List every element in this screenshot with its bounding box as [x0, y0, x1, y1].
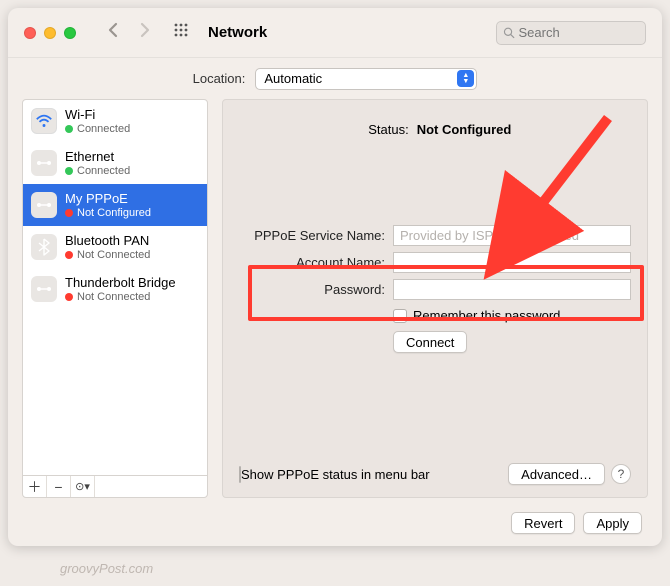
revert-button[interactable]: Revert [511, 512, 575, 534]
add-service-button[interactable]: ＋ [23, 476, 47, 497]
status-row: Status: Not Configured [239, 122, 631, 137]
list-item-name: Thunderbolt Bridge [65, 276, 176, 290]
checkbox-icon [393, 309, 407, 323]
remember-password-label: Remember this password [413, 308, 560, 323]
list-item-sub: Connected [77, 165, 130, 177]
sidebar-item-bluetooth[interactable]: Bluetooth PAN Not Connected [23, 226, 207, 268]
remove-service-button[interactable]: − [47, 476, 71, 497]
password-input[interactable] [393, 279, 631, 300]
status-dot-icon [65, 167, 73, 175]
show-all-button[interactable] [174, 23, 190, 43]
service-list-items: Wi-Fi Connected Ethernet Connected [23, 100, 207, 475]
search-field[interactable] [496, 21, 646, 45]
location-select[interactable]: Automatic ▲▼ [255, 68, 477, 90]
account-name-label: Account Name: [239, 255, 393, 270]
panel-bottom-row: Show PPPoE status in menu bar Advanced… … [239, 463, 631, 485]
minimize-icon[interactable] [44, 27, 56, 39]
zoom-icon[interactable] [64, 27, 76, 39]
pppoe-icon [31, 192, 57, 218]
sidebar-item-pppoe[interactable]: My PPPoE Not Configured [23, 184, 207, 226]
remember-password-checkbox[interactable]: Remember this password [393, 308, 560, 323]
back-button[interactable] [108, 22, 120, 43]
location-value: Automatic [264, 71, 322, 86]
connect-button[interactable]: Connect [393, 331, 467, 353]
list-item-name: My PPPoE [65, 192, 151, 206]
search-icon [503, 26, 515, 39]
status-dot-icon [65, 293, 73, 301]
service-list: Wi-Fi Connected Ethernet Connected [22, 99, 208, 498]
location-row: Location: Automatic ▲▼ [8, 58, 662, 99]
sidebar-item-wifi[interactable]: Wi-Fi Connected [23, 100, 207, 142]
pppoe-service-input[interactable] [393, 225, 631, 246]
help-button[interactable]: ? [611, 464, 631, 484]
apply-button[interactable]: Apply [583, 512, 642, 534]
sidebar-item-ethernet[interactable]: Ethernet Connected [23, 142, 207, 184]
list-item-name: Bluetooth PAN [65, 234, 150, 248]
list-item-sub: Connected [77, 123, 130, 135]
window-controls [24, 27, 76, 39]
ethernet-icon [31, 150, 57, 176]
status-dot-icon [65, 209, 73, 217]
service-list-footer: ＋ − ⊙▾ [23, 475, 207, 497]
bluetooth-icon [31, 234, 57, 260]
content-area: Wi-Fi Connected Ethernet Connected [8, 99, 662, 546]
thunderbolt-icon [31, 276, 57, 302]
chevrons-icon: ▲▼ [457, 70, 474, 87]
forward-button[interactable] [138, 22, 150, 43]
titlebar: Network [8, 8, 662, 58]
show-status-checkbox[interactable]: Show PPPoE status in menu bar [239, 467, 430, 482]
preferences-window: Network Location: Automatic ▲▼ Wi-Fi [8, 8, 662, 546]
status-label: Status: [359, 122, 409, 137]
list-item-name: Wi-Fi [65, 108, 130, 122]
password-label: Password: [239, 282, 393, 297]
footer-buttons: Revert Apply [511, 512, 642, 534]
status-dot-icon [65, 125, 73, 133]
pppoe-form: PPPoE Service Name: Account Name: Passwo… [239, 225, 631, 353]
list-item-name: Ethernet [65, 150, 130, 164]
location-label: Location: [193, 71, 246, 86]
watermark-text: groovyPost.com [60, 561, 153, 576]
window-title: Network [208, 24, 267, 41]
wifi-icon [31, 108, 57, 134]
sidebar-item-thunderbolt[interactable]: Thunderbolt Bridge Not Connected [23, 268, 207, 310]
list-item-sub: Not Connected [77, 291, 150, 303]
settings-panel: Status: Not Configured PPPoE Service Nam… [222, 99, 648, 498]
search-input[interactable] [519, 25, 639, 40]
pppoe-service-label: PPPoE Service Name: [239, 228, 393, 243]
list-item-sub: Not Configured [77, 207, 151, 219]
status-dot-icon [65, 251, 73, 259]
close-icon[interactable] [24, 27, 36, 39]
nav-arrows [108, 22, 150, 43]
account-name-input[interactable] [393, 252, 631, 273]
list-item-sub: Not Connected [77, 249, 150, 261]
advanced-button[interactable]: Advanced… [508, 463, 605, 485]
status-value: Not Configured [417, 122, 512, 137]
show-status-label: Show PPPoE status in menu bar [241, 467, 430, 482]
service-actions-button[interactable]: ⊙▾ [71, 476, 95, 497]
